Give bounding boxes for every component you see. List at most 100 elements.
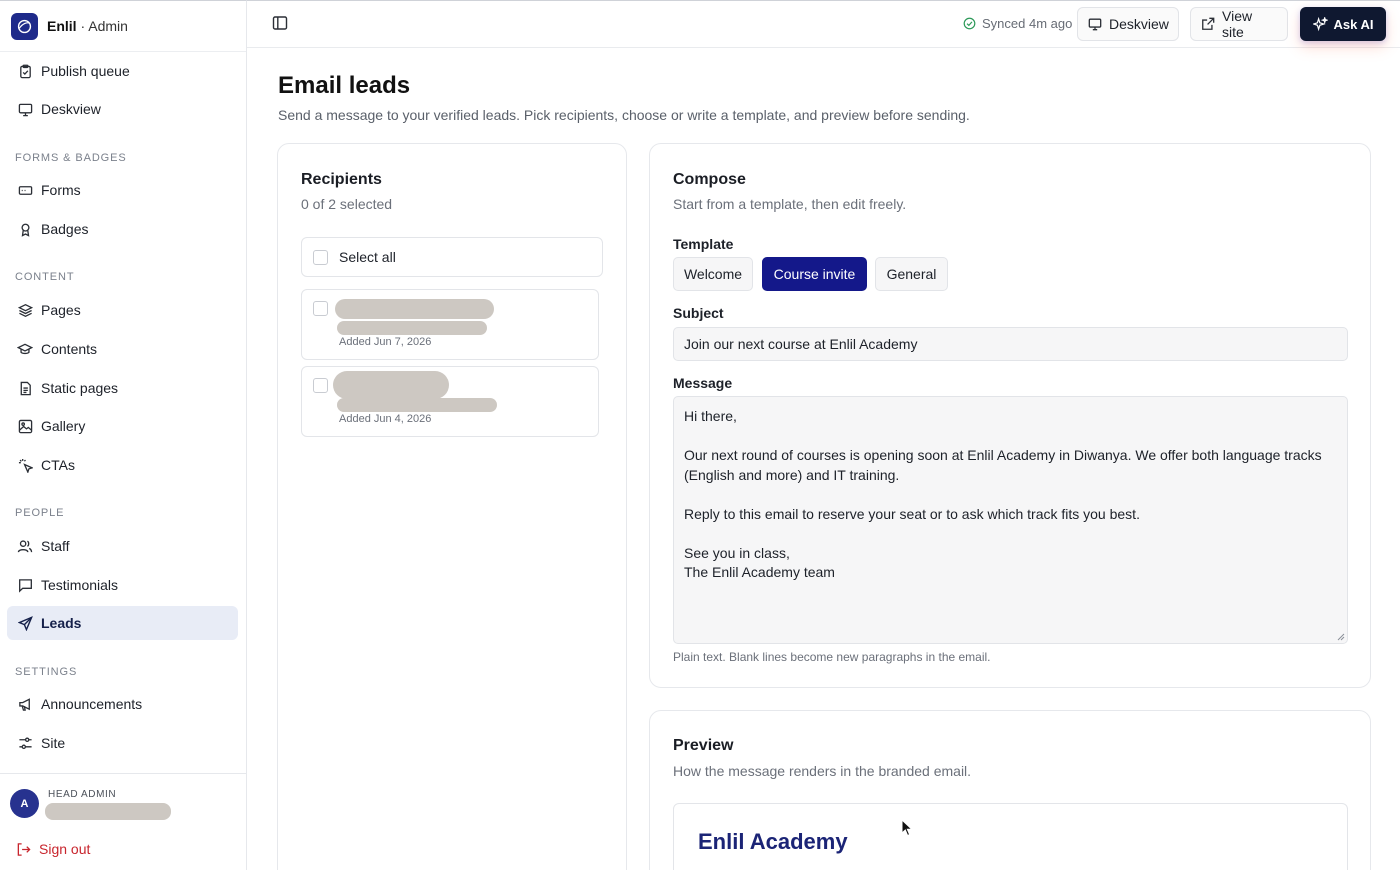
sign-out-label: Sign out [39,841,91,857]
sidebar-item-forms[interactable]: Forms [7,173,238,207]
brand-separator: · [76,18,89,34]
template-course-invite-button[interactable]: Course invite [762,257,867,291]
sidebar-item-contents[interactable]: Contents [7,332,238,366]
sidebar-item-pages[interactable]: Pages [7,293,238,327]
select-all-checkbox[interactable] [313,250,328,265]
clipboard-check-icon [17,63,33,79]
external-link-icon [1201,17,1215,31]
recipient-item[interactable]: Added Jun 4, 2026 [301,366,599,437]
sidebar-toggle-icon[interactable] [272,15,288,31]
preview-brand-title: Enlil Academy [698,829,848,854]
file-text-icon [17,380,33,396]
message-textarea[interactable]: Hi there, Our next round of courses is o… [673,396,1348,644]
brand[interactable]: Enlil · Admin [0,1,246,52]
monitor-icon [1088,17,1102,31]
sign-out-button[interactable]: Sign out [16,841,90,857]
sidebar-item-label: Leads [41,615,82,631]
recipients-count: 0 of 2 selected [301,196,393,212]
sidebar-item-label: Announcements [41,696,143,712]
deskview-button[interactable]: Deskview [1077,7,1179,41]
message-text: Hi there, Our next round of courses is o… [684,408,1322,580]
subject-label: Subject [673,305,724,321]
sidebar-item-gallery[interactable]: Gallery [7,409,238,443]
sliders-icon [17,735,33,751]
sidebar-item-label: Badges [41,221,89,237]
recipient-item[interactable]: Added Jun 7, 2026 [301,289,599,360]
image-icon [17,418,33,434]
section-label-forms-badges: FORMS & BADGES [15,152,127,164]
sidebar-item-testimonials[interactable]: Testimonials [7,568,238,602]
sidebar-item-publish-queue[interactable]: Publish queue [7,54,238,88]
sidebar-item-label: Pages [41,302,81,318]
subject-input[interactable]: Join our next course at Enlil Academy [673,327,1348,361]
sidebar: Enlil · Admin Publish queue Deskview FOR… [0,0,247,870]
section-label-people: PEOPLE [15,507,65,519]
section-label-content: CONTENT [15,271,75,283]
page-subtitle: Send a message to your verified leads. P… [278,107,970,123]
form-icon [17,182,33,198]
sidebar-item-staff[interactable]: Staff [7,529,238,563]
recipient-added-date: Added Jun 4, 2026 [339,413,432,425]
avatar[interactable]: A [10,789,39,818]
compose-title: Compose [673,171,746,188]
sidebar-item-site[interactable]: Site [7,726,238,760]
mouse-cursor-icon [901,819,913,837]
recipient-checkbox[interactable] [313,301,328,316]
view-site-button[interactable]: View site [1190,7,1288,41]
topbar: Synced 4m ago Deskview View site Ask AI [247,0,1400,48]
sidebar-item-deskview[interactable]: Deskview [7,92,238,126]
preview-card: Preview How the message renders in the b… [649,710,1371,870]
sidebar-item-label: CTAs [41,457,75,473]
layers-icon [17,302,33,318]
message-square-icon [17,577,33,593]
redacted-recipient-email [337,321,487,335]
sidebar-item-badges[interactable]: Badges [7,212,238,246]
recipients-title: Recipients [301,171,382,188]
users-icon [17,538,33,554]
sidebar-item-label: Deskview [41,101,101,117]
recipient-added-date: Added Jun 7, 2026 [339,336,432,348]
message-hint: Plain text. Blank lines become new parag… [673,650,991,664]
ask-ai-button[interactable]: Ask AI [1300,7,1386,41]
sidebar-footer: A HEAD ADMIN Sign out [0,773,246,870]
template-general-button[interactable]: General [875,257,948,291]
sidebar-item-label: Publish queue [41,63,130,79]
check-circle-icon [963,17,976,30]
sidebar-item-static-pages[interactable]: Static pages [7,371,238,405]
brand-title: Enlil [47,18,77,34]
redacted-recipient-name [335,299,494,319]
user-role: HEAD ADMIN [48,789,117,800]
sidebar-item-label: Static pages [41,380,119,396]
graduation-cap-icon [17,341,33,357]
redacted-recipient-email [337,398,497,412]
sidebar-item-label: Contents [41,341,98,357]
monitor-icon [17,101,33,117]
sidebar-item-ctas[interactable]: CTAs [7,448,238,482]
resize-handle-icon[interactable] [1337,633,1345,641]
sync-status-text: Synced 4m ago [982,16,1073,31]
sidebar-item-label: Testimonials [41,577,119,593]
compose-card: Compose Start from a template, then edit… [649,143,1371,688]
sync-status: Synced 4m ago [963,16,1072,31]
recipient-checkbox[interactable] [313,378,328,393]
megaphone-icon [17,696,33,712]
view-site-label: View site [1222,8,1253,40]
select-all-row[interactable]: Select all [301,237,603,277]
template-label: Template [673,236,734,252]
sidebar-item-label: Forms [41,182,81,198]
section-label-settings: SETTINGS [15,666,78,678]
template-welcome-button[interactable]: Welcome [673,257,753,291]
preview-subtitle: How the message renders in the branded e… [673,763,972,779]
sidebar-item-announcements[interactable]: Announcements [7,687,238,721]
page-title: Email leads [278,72,411,99]
sidebar-item-label: Site [41,735,66,751]
recipients-card: Recipients 0 of 2 selected Select all Ad… [277,143,627,870]
sidebar-item-label: Gallery [41,418,86,434]
sidebar-item-leads[interactable]: Leads [7,606,238,640]
send-icon [17,615,33,631]
log-out-icon [16,842,31,857]
compose-subtitle: Start from a template, then edit freely. [673,196,907,212]
sidebar-item-label: Staff [41,538,70,554]
redacted-recipient-name [333,371,449,399]
ask-ai-label: Ask AI [1333,16,1374,32]
